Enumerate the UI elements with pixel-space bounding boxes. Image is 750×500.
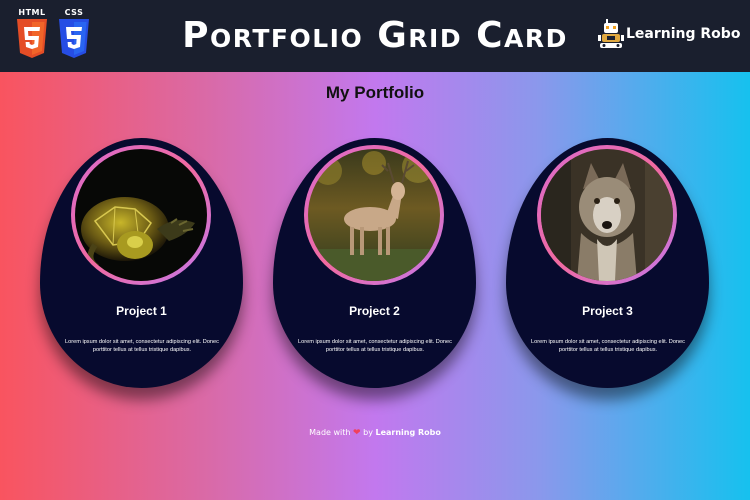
project-1-image-turtle (75, 149, 207, 281)
footer-made-with: Made with (309, 428, 351, 437)
page-title: My Portfolio (325, 83, 425, 102)
portfolio-card-project-3[interactable]: Project 3 Lorem ipsum dolor sit amet, co… (506, 138, 709, 388)
portfolio-card-project-2[interactable]: Project 2 Lorem ipsum dolor sit amet, co… (273, 138, 476, 388)
card-title: Project 1 (116, 304, 167, 318)
card-description: Lorem ipsum dolor sit amet, consectetur … (298, 339, 452, 353)
brand[interactable]: Learning Robo (597, 18, 740, 50)
brand-name: Learning Robo (626, 26, 741, 42)
robot-icon (598, 19, 624, 48)
heart-icon: ❤ (353, 428, 361, 438)
card-description: Lorem ipsum dolor sit amet, consectetur … (531, 339, 685, 353)
footer-credit-link[interactable]: Learning Robo (375, 428, 440, 437)
photo-ring (304, 145, 444, 285)
project-2-image-deer (308, 149, 440, 281)
project-3-image-wolf (541, 149, 673, 281)
top-banner: HTML CSS Portfolio Grid Card Learning Ro… (0, 0, 750, 72)
footer-by: by (363, 428, 373, 437)
card-title: Project 3 (582, 304, 633, 318)
card-title: Project 2 (349, 304, 400, 318)
photo-ring (537, 145, 677, 285)
photo-ring (71, 145, 211, 285)
portfolio-card-project-1[interactable]: Project 1 Lorem ipsum dolor sit amet, co… (40, 138, 243, 388)
card-description: Lorem ipsum dolor sit amet, consectetur … (65, 339, 219, 353)
footer: Made with ❤ by Learning Robo (0, 427, 750, 439)
